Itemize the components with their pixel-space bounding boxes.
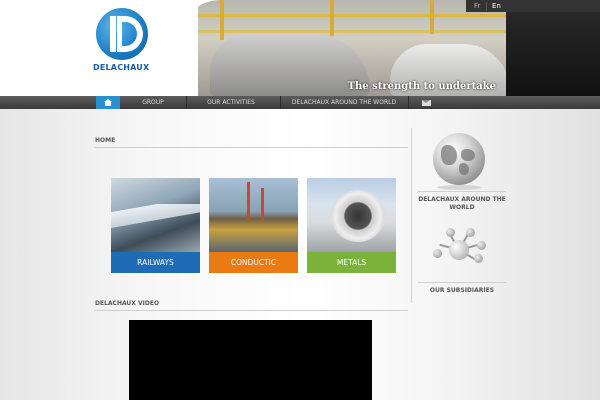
banner-post <box>430 0 434 34</box>
divider <box>94 310 408 311</box>
banner-post <box>220 0 224 40</box>
main-nav: GROUP OUR ACTIVITIES DELACHAUX AROUND TH… <box>0 96 600 109</box>
tile-label: RAILWAYS <box>111 252 200 273</box>
nav-around-the-world[interactable]: DELACHAUX AROUND THE WORLD <box>284 96 404 109</box>
divider <box>418 282 506 283</box>
mail-icon <box>422 100 431 106</box>
logo[interactable]: DELACHAUX <box>88 0 198 96</box>
globe-icon[interactable] <box>433 133 485 185</box>
breadcrumb: HOME <box>95 137 116 144</box>
subsidiaries-link[interactable]: OUR SUBSIDIARIES <box>418 287 506 295</box>
logo-mark-bar <box>110 16 116 52</box>
home-icon <box>104 99 112 106</box>
nav-home[interactable] <box>96 96 120 109</box>
tile-conductic[interactable]: CONDUCTIC <box>209 178 298 273</box>
logo-text: DELACHAUX <box>93 63 150 72</box>
lang-en[interactable]: En <box>492 2 501 10</box>
metals-image <box>307 178 396 252</box>
divider <box>94 147 408 148</box>
lang-separator <box>486 2 487 11</box>
video-section-title: DELACHAUX VIDEO <box>95 300 160 307</box>
tile-metals[interactable]: METALS <box>307 178 396 273</box>
header: The strength to undertake DELACHAUX Fr E… <box>0 0 600 96</box>
banner-beam <box>180 30 506 33</box>
banner-beam <box>180 14 506 17</box>
video-player[interactable] <box>129 320 372 400</box>
globe-shadow <box>437 185 481 190</box>
nav-group[interactable]: GROUP <box>128 96 178 109</box>
nav-contact[interactable] <box>414 96 440 109</box>
nav-separator <box>408 96 409 109</box>
lang-fr[interactable]: Fr <box>474 2 480 10</box>
slogan: The strength to undertake <box>347 81 496 92</box>
tile-label: METALS <box>307 252 396 273</box>
banner-post <box>330 0 334 36</box>
nav-our-activities[interactable]: OUR ACTIVITIES <box>188 96 274 109</box>
tile-railways[interactable]: RAILWAYS <box>111 178 200 273</box>
column-divider <box>411 128 412 303</box>
header-banner-image: The strength to undertake <box>180 0 506 96</box>
tile-label: CONDUCTIC <box>209 252 298 273</box>
banner-car <box>210 34 370 96</box>
nav-separator <box>186 96 187 109</box>
nav-separator <box>280 96 281 109</box>
conductic-image <box>209 178 298 252</box>
around-the-world-link[interactable]: DELACHAUX AROUND THE WORLD <box>418 196 506 212</box>
divider <box>418 191 506 192</box>
railways-image <box>111 178 200 252</box>
